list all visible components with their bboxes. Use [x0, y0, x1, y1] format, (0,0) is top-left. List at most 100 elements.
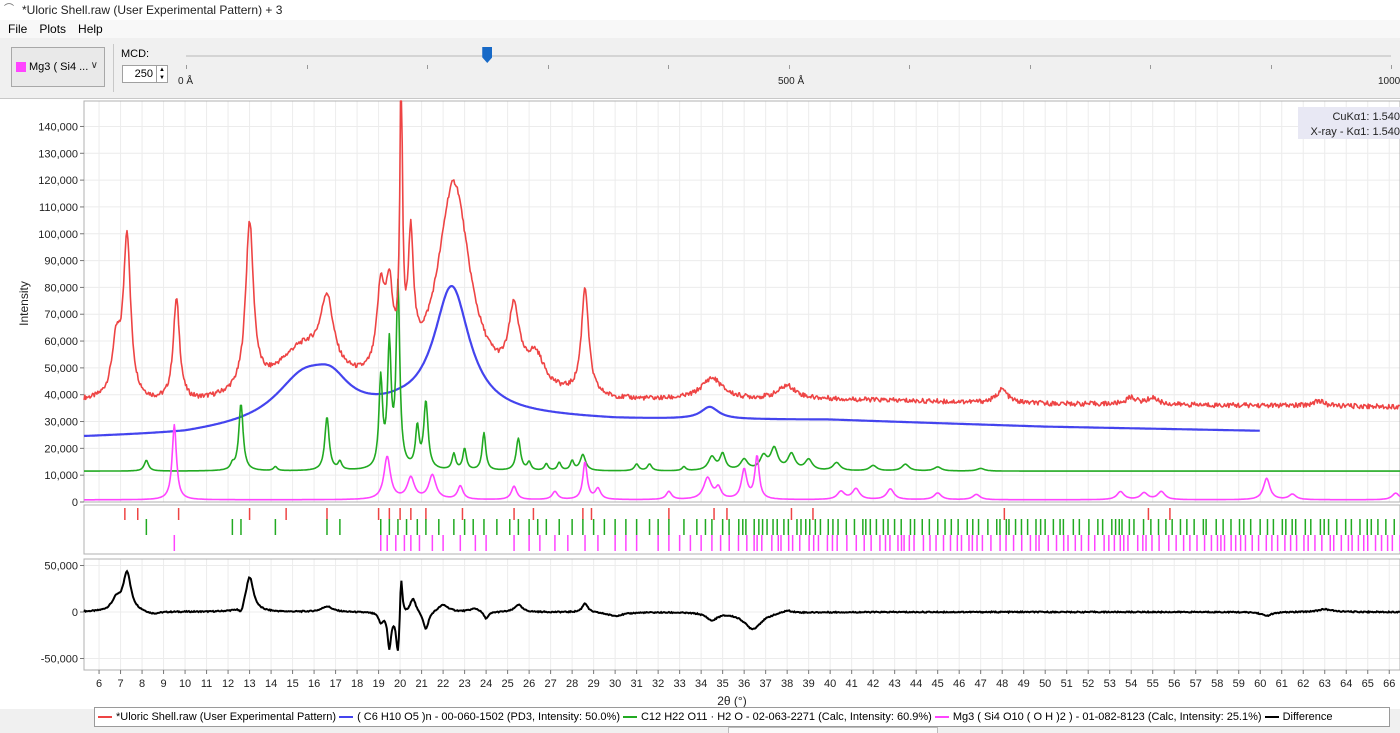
legend-label: Mg3 ( Si4 O10 ( O H )2 ) - 01-082-8123 (…	[952, 711, 1262, 723]
y-tick-label: 50,000	[44, 363, 78, 375]
x-tick-label: 38	[781, 678, 793, 690]
y-tick-label: 20,000	[44, 443, 78, 455]
x-tick-label: 23	[458, 678, 470, 690]
x-tick-label: 21	[415, 678, 427, 690]
x-tick-label: 57	[1190, 678, 1202, 690]
legend-line-swatch	[98, 716, 112, 718]
x-axis-title: 2θ (°)	[717, 694, 746, 708]
slider-label-min: 0 Å	[178, 76, 194, 87]
y-tick-label: 110,000	[39, 202, 78, 214]
x-tick-label: 15	[286, 678, 298, 690]
x-tick-label: 6	[96, 678, 102, 690]
x-tick-label: 61	[1276, 678, 1288, 690]
x-tick-label: 48	[996, 678, 1008, 690]
x-tick-label: 36	[738, 678, 750, 690]
slider-tick	[547, 65, 549, 69]
x-tick-label: 12	[222, 678, 234, 690]
x-tick-label: 65	[1362, 678, 1374, 690]
slider-label-mid: 500 Å	[778, 76, 805, 87]
y-tick-label: 130,000	[38, 148, 78, 160]
difference-layer	[83, 569, 1400, 651]
x-tick-label: 30	[609, 678, 621, 690]
x-tick-label: 14	[265, 678, 277, 690]
menu-help[interactable]: Help	[74, 22, 107, 36]
mcd-label: MCD:	[121, 48, 150, 60]
phase-color-swatch	[16, 62, 26, 72]
y-tick-label: 30,000	[44, 417, 78, 429]
main-plot-frame	[83, 100, 1400, 503]
x-tick-label: 52	[1082, 678, 1094, 690]
x-tick-label: 27	[544, 678, 556, 690]
menu-bar: File Plots Help	[0, 20, 1400, 38]
x-tick-label: 10	[179, 678, 191, 690]
series-layer	[83, 100, 1400, 501]
legend-line-swatch	[934, 716, 949, 718]
instrument-label: X-ray - Kα1: 1.540	[1310, 126, 1400, 138]
legend-item: Mg3 ( Si4 O10 ( O H )2 ) - 01-082-8123 (…	[934, 711, 1262, 723]
x-tick-label: 18	[351, 678, 363, 690]
axes-layer	[80, 100, 1400, 674]
slider-tick	[1270, 65, 1272, 69]
x-tick-label: 24	[480, 678, 492, 690]
slider-tick	[1391, 65, 1392, 69]
spin-up-icon[interactable]: ▲	[157, 66, 167, 74]
x-tick-label: 22	[437, 678, 449, 690]
x-tick-label: 59	[1233, 678, 1245, 690]
menu-file[interactable]: File	[4, 22, 31, 36]
x-tick-label: 32	[652, 678, 664, 690]
slider-tick	[668, 65, 669, 69]
x-tick-label: 50	[1039, 678, 1051, 690]
mcd-spin-buttons[interactable]: ▲ ▼	[156, 66, 167, 82]
y-tick-label: 0	[72, 497, 78, 509]
y-tick-label: 10,000	[44, 470, 78, 482]
legend-item: Difference	[1264, 711, 1333, 723]
x-tick-label: 60	[1254, 678, 1266, 690]
legend-label: C12 H22 O11 · H2 O - 02-063-2271 (Calc, …	[640, 711, 932, 723]
spin-down-icon[interactable]: ▼	[157, 74, 167, 82]
mcd-value[interactable]: 250	[123, 68, 156, 80]
talc-pattern-line	[84, 423, 1400, 501]
mcd-slider-track[interactable]	[186, 55, 1391, 57]
mcd-slider-thumb[interactable]	[482, 47, 493, 63]
difference-plot-frame	[83, 558, 1400, 671]
title-bar: ⌒ *Uloric Shell.raw (User Experimental P…	[0, 0, 1400, 21]
app-graph-icon: ⌒	[4, 4, 14, 15]
x-tick-label: 29	[588, 678, 600, 690]
sucrose-hydrate-pattern-line	[84, 278, 1400, 472]
diff-y-tick-label: 50,000	[44, 561, 78, 573]
x-tick-label: 37	[760, 678, 772, 690]
x-tick-label: 28	[566, 678, 578, 690]
x-tick-label: 7	[117, 678, 123, 690]
x-tick-label: 42	[867, 678, 879, 690]
x-tick-label: 54	[1125, 678, 1137, 690]
slider-tick	[427, 65, 428, 69]
mcd-spinbox[interactable]: 250 ▲ ▼	[122, 65, 168, 83]
xrd-chart: 6 7 8 9 10 11 12 13 14 15 16 17 18 19 20 21 22 23 24 25 26 27…	[17, 100, 1400, 708]
instrument-label: CuKα1: 1.540	[1332, 111, 1400, 123]
x-tick-label: 9	[160, 678, 166, 690]
y-tick-label: 100,000	[38, 229, 78, 241]
slider-label-max: 1000	[1378, 76, 1400, 87]
x-tick-label: 45	[932, 678, 944, 690]
slider-tick	[909, 65, 910, 69]
y-tick-label: 60,000	[44, 336, 78, 348]
x-tick-label: 26	[523, 678, 535, 690]
menu-plots[interactable]: Plots	[35, 22, 70, 36]
experimental-pattern-line	[83, 100, 1400, 410]
phase-select-value: Mg3 ( Si4 ...	[29, 61, 89, 73]
diff-y-tick-label: -50,000	[41, 653, 78, 665]
x-tick-label: 62	[1297, 678, 1309, 690]
x-tick-label: 39	[803, 678, 815, 690]
x-tick-label: 17	[329, 678, 341, 690]
slider-tick	[186, 65, 187, 69]
grid-layer	[84, 101, 1400, 670]
x-tick-label: 35	[717, 678, 729, 690]
phase-select[interactable]: Mg3 ( Si4 ... ∨	[11, 47, 105, 87]
x-tick-label: 46	[953, 678, 965, 690]
y-tick-label: 140,000	[38, 121, 78, 133]
window-title: *Uloric Shell.raw (User Experimental Pat…	[22, 3, 283, 17]
difference-line	[83, 569, 1400, 651]
slider-tick	[1029, 65, 1031, 69]
tooltip-stub	[728, 727, 938, 733]
legend-item: ( C6 H10 O5 )n - 00-060-1502 (PD3, Inten…	[339, 711, 620, 723]
